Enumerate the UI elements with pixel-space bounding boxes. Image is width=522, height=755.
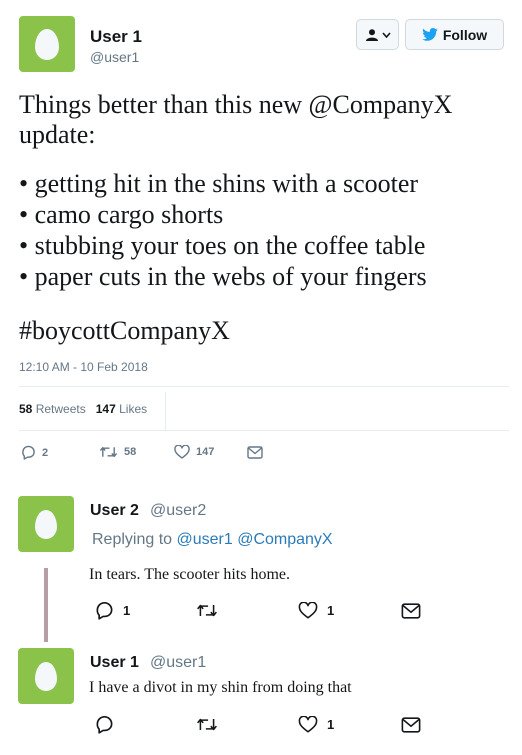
stats-separator	[165, 392, 166, 430]
reply-text: I have a divot in my shin from doing tha…	[89, 679, 352, 696]
message-icon	[401, 603, 421, 619]
user-handle[interactable]: @user1	[90, 49, 139, 65]
retweets-count: 58	[19, 402, 33, 416]
like-button[interactable]: 1	[298, 716, 334, 733]
retweet-count: 58	[124, 446, 137, 458]
like-button[interactable]: 147	[174, 445, 214, 459]
like-count: 1	[327, 603, 335, 618]
hashtag-link[interactable]: #boycottCompanyX	[19, 316, 230, 346]
twitter-bird-icon	[422, 28, 438, 41]
reply-button[interactable]: 2	[21, 445, 48, 460]
like-icon	[174, 445, 190, 459]
tweet-bullet-list: getting hit in the shins with a scooter …	[19, 168, 427, 292]
like-count: 1	[327, 717, 335, 732]
divider	[19, 386, 509, 387]
like-count: 147	[196, 446, 215, 458]
retweet-button[interactable]	[196, 716, 227, 733]
reply-button[interactable]: 1	[95, 601, 130, 620]
retweet-icon	[197, 718, 217, 731]
like-button[interactable]: 1	[298, 602, 334, 619]
user-name[interactable]: User 1	[90, 654, 139, 672]
tweet-text-line: Things better than this new @CompanyX	[19, 90, 453, 119]
list-item: paper cuts in the webs of your fingers	[19, 261, 427, 292]
like-icon	[298, 602, 318, 619]
user-name[interactable]: User 2	[90, 502, 139, 520]
avatar[interactable]	[19, 16, 75, 72]
divider	[19, 430, 509, 431]
avatar[interactable]	[18, 496, 74, 552]
like-icon	[298, 716, 318, 733]
tweet-timestamp[interactable]: 12:10 AM - 10 Feb 2018	[19, 360, 148, 374]
user-handle[interactable]: @user2	[150, 502, 206, 520]
replying-to: Replying to @user1 @CompanyX	[92, 531, 333, 549]
follow-button[interactable]: Follow	[405, 19, 504, 50]
direct-message-button[interactable]	[401, 603, 421, 619]
retweet-button[interactable]: 58	[99, 445, 136, 459]
reply-button[interactable]	[95, 715, 123, 734]
message-icon	[247, 446, 263, 459]
retweets-stat[interactable]: 58 Retweets	[19, 402, 86, 416]
tweet-text-line: update:	[19, 120, 96, 149]
tweet-stats: 58 Retweets 147 Likes	[19, 402, 147, 416]
reply-count: 2	[42, 446, 49, 459]
user-name[interactable]: User 1	[90, 27, 142, 47]
direct-message-button[interactable]	[247, 446, 263, 459]
likes-count: 147	[95, 402, 116, 416]
reply-icon	[96, 601, 113, 620]
egg-avatar-icon	[35, 28, 59, 60]
likes-label: Likes	[119, 402, 148, 416]
replying-to-link[interactable]: @user1 @CompanyX	[177, 531, 333, 548]
reply-count: 1	[123, 603, 131, 618]
reply-icon	[22, 445, 35, 460]
list-item: camo cargo shorts	[19, 199, 427, 230]
user-actions-dropdown[interactable]	[356, 19, 399, 50]
retweet-icon	[197, 604, 217, 617]
message-icon	[401, 717, 421, 733]
retweets-label: Retweets	[35, 402, 86, 416]
retweet-icon	[99, 447, 118, 457]
reply-icon	[96, 715, 113, 734]
direct-message-button[interactable]	[401, 717, 421, 733]
likes-stat[interactable]: 147 Likes	[96, 402, 147, 416]
avatar[interactable]	[18, 648, 74, 704]
retweet-button[interactable]	[196, 602, 227, 619]
list-item: getting hit in the shins with a scooter	[19, 168, 427, 199]
reply-text: In tears. The scooter hits home.	[89, 566, 290, 583]
egg-avatar-icon	[35, 661, 57, 691]
thread-connector-line	[44, 568, 48, 642]
list-item: stubbing your toes on the coffee table	[19, 230, 427, 261]
follow-label: Follow	[442, 26, 488, 43]
replying-prefix: Replying to	[92, 531, 173, 548]
user-handle[interactable]: @user1	[150, 654, 206, 672]
chevron-down-icon	[381, 31, 391, 38]
egg-avatar-icon	[35, 509, 57, 539]
user-icon	[365, 28, 378, 41]
